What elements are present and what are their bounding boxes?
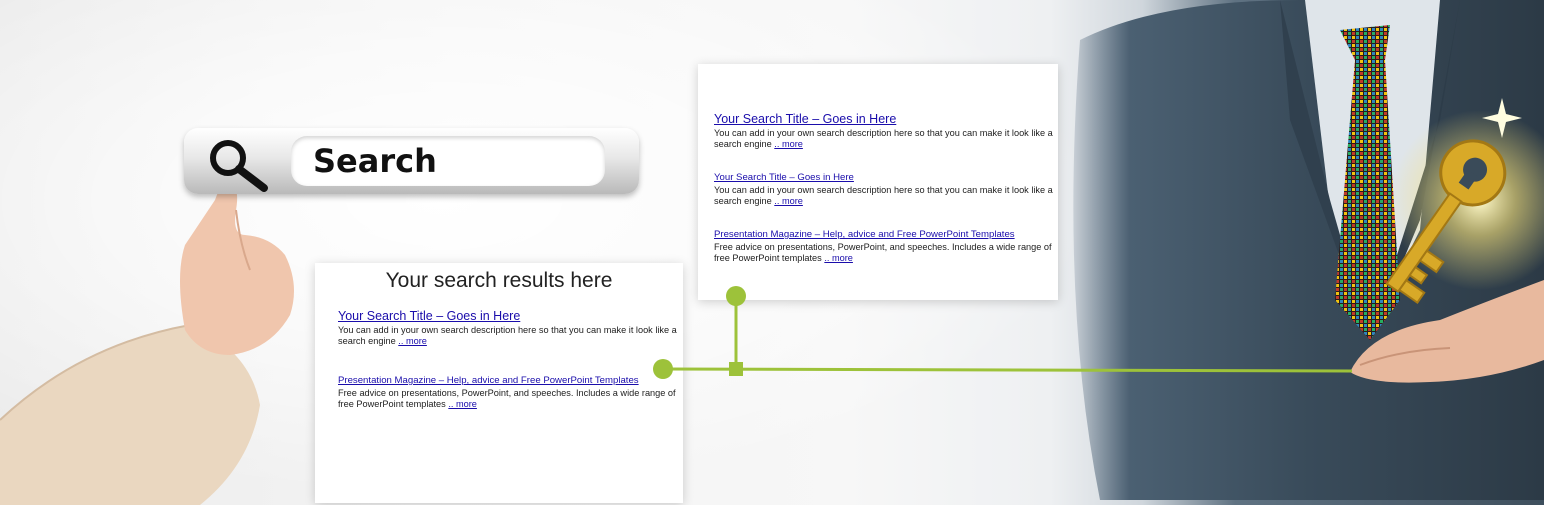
result-item: Presentation Magazine – Help, advice and… [714, 229, 1054, 264]
result-item: Presentation Magazine – Help, advice and… [338, 375, 678, 410]
search-label: Search [313, 142, 437, 180]
more-link[interactable]: .. more [448, 399, 477, 409]
results-heading: Your search results here [385, 269, 613, 292]
result-description-text: You can add in your own search descripti… [714, 185, 1053, 206]
pointing-hand [0, 182, 294, 505]
result-title-link[interactable]: Your Search Title – Goes in Here [714, 172, 1054, 183]
more-link[interactable]: .. more [774, 139, 803, 149]
result-title-link[interactable]: Your Search Title – Goes in Here [714, 112, 1054, 126]
result-item: Your Search Title – Goes in Here You can… [714, 112, 1054, 150]
search-bar[interactable]: Search [184, 128, 639, 194]
top-results-card: Your Search Title – Goes in Here You can… [698, 64, 1058, 300]
more-link[interactable]: .. more [774, 196, 803, 206]
more-link[interactable]: .. more [398, 336, 427, 346]
result-description-text: Free advice on presentations, PowerPoint… [338, 388, 676, 409]
magnifier-icon[interactable] [206, 136, 276, 192]
result-description: You can add in your own search descripti… [714, 185, 1054, 207]
businessman-illustration [1073, 0, 1544, 500]
result-description-text: Free advice on presentations, PowerPoint… [714, 242, 1052, 263]
result-title-link[interactable]: Your Search Title – Goes in Here [338, 309, 678, 323]
result-description-text: You can add in your own search descripti… [714, 128, 1053, 149]
result-description: You can add in your own search descripti… [714, 128, 1054, 150]
result-title-link[interactable]: Presentation Magazine – Help, advice and… [338, 375, 678, 386]
result-description: You can add in your own search descripti… [338, 325, 678, 347]
result-item: Your Search Title – Goes in Here You can… [714, 172, 1054, 207]
search-input[interactable]: Search [291, 136, 605, 186]
result-description-text: You can add in your own search descripti… [338, 325, 677, 346]
result-title-link[interactable]: Presentation Magazine – Help, advice and… [714, 229, 1054, 240]
main-results-card: Your search results here Your Search Tit… [315, 263, 683, 503]
result-description: Free advice on presentations, PowerPoint… [714, 242, 1054, 264]
result-description: Free advice on presentations, PowerPoint… [338, 388, 678, 410]
result-item: Your Search Title – Goes in Here You can… [338, 309, 678, 347]
more-link[interactable]: .. more [824, 253, 853, 263]
